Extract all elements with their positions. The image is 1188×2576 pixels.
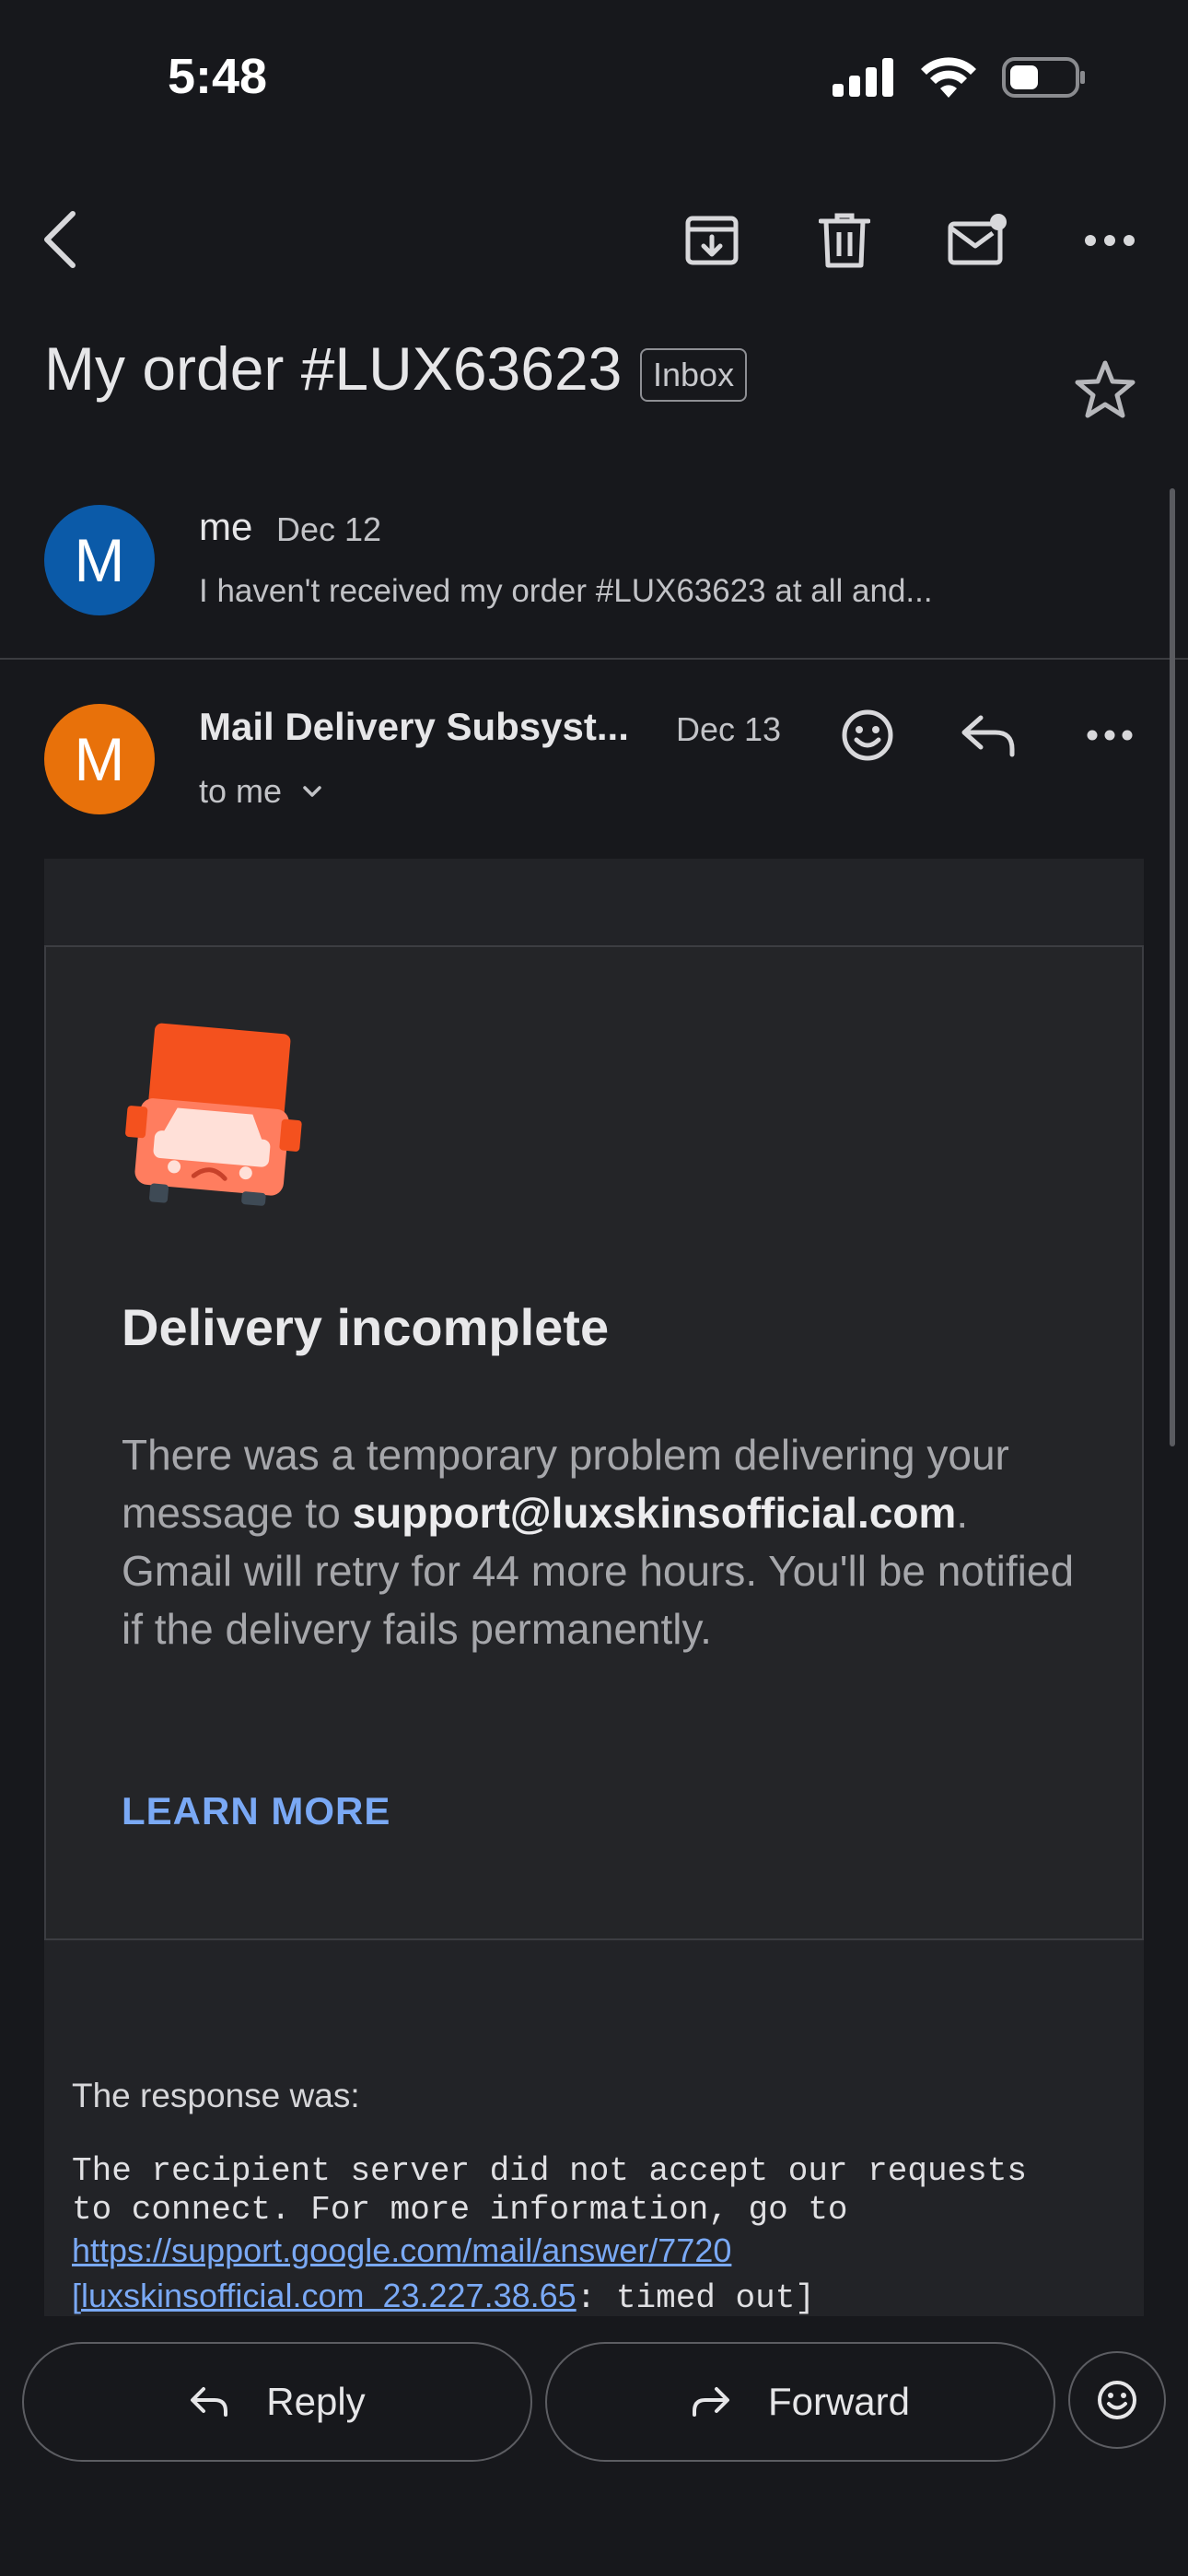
delivery-status-card: Delivery incomplete There was a temporar… — [44, 945, 1144, 1940]
smiley-icon — [842, 709, 893, 761]
response-label: The response was: — [72, 2077, 360, 2114]
forward-pill-button[interactable]: Forward — [545, 2342, 1055, 2462]
delivery-message: There was a temporary problem delivering… — [122, 1426, 1089, 1658]
learn-more-link[interactable]: LEARN MORE — [122, 1789, 390, 1833]
signal-icon — [833, 58, 893, 97]
recipient-label: to me — [199, 772, 283, 810]
support-link[interactable]: https://support.google.com/mail/answer/7… — [72, 2231, 731, 2269]
message-snippet: I haven't received my order #LUX63623 at… — [199, 573, 933, 609]
more-horizontal-icon — [1087, 730, 1133, 741]
add-reaction-button[interactable] — [826, 694, 909, 777]
server-response: The recipient server did not accept our … — [72, 2152, 1140, 2316]
more-options-button[interactable] — [1068, 199, 1151, 282]
avatar: M — [44, 505, 155, 615]
response-bracket: [ — [72, 2277, 82, 2314]
back-button[interactable] — [18, 198, 101, 281]
message-date: Dec 13 — [676, 710, 782, 748]
broken-truck-icon — [125, 1023, 302, 1206]
reply-icon — [961, 715, 1015, 757]
email-body: Delivery incomplete There was a temporar… — [44, 859, 1144, 2316]
more-horizontal-icon — [1085, 235, 1135, 246]
trash-icon — [819, 213, 870, 268]
response-line: to connect. For more information, go to — [72, 2191, 848, 2229]
star-button[interactable] — [1074, 359, 1136, 425]
recipient-toggle[interactable]: to me — [199, 772, 322, 811]
mail-unread-icon — [948, 214, 1007, 265]
sender-name: Mail Delivery Subsyst... — [199, 705, 629, 748]
smiley-icon — [1098, 2381, 1136, 2419]
reply-pill-button[interactable]: Reply — [22, 2342, 532, 2462]
message-more-button[interactable] — [1068, 694, 1151, 777]
back-arrow-icon — [44, 211, 76, 268]
star-icon — [1075, 360, 1136, 418]
forward-label: Forward — [767, 2380, 911, 2423]
avatar: M — [44, 704, 155, 814]
emoji-react-button[interactable] — [1068, 2351, 1166, 2449]
bottom-action-bar: Reply Forward — [0, 2316, 1188, 2576]
status-time: 5:48 — [168, 49, 268, 104]
forward-icon — [692, 2387, 729, 2417]
delete-button[interactable] — [803, 199, 886, 282]
archive-button[interactable] — [670, 199, 753, 282]
mark-unread-button[interactable] — [936, 199, 1019, 282]
reply-icon — [191, 2387, 228, 2417]
divider — [0, 658, 1188, 660]
message-date: Dec 12 — [276, 510, 382, 548]
status-icons — [833, 57, 1087, 98]
sender-name: me — [199, 505, 253, 548]
battery-icon — [1002, 57, 1085, 98]
delivery-title: Delivery incomplete — [122, 1298, 610, 1356]
email-subject: My order #LUX63623 — [44, 334, 623, 403]
scrollbar[interactable] — [1170, 488, 1175, 1446]
response-tail: : timed out] — [576, 2279, 815, 2316]
reply-label: Reply — [266, 2380, 366, 2423]
inbox-label[interactable]: Inbox — [640, 348, 748, 402]
archive-icon — [685, 216, 739, 265]
recipient-email: support@luxskinsofficial.com — [352, 1489, 957, 1537]
reply-button[interactable] — [947, 694, 1030, 777]
email-screen: 5:48 My order #LUX63623 Inbox M me Dec 1… — [0, 0, 1188, 2576]
chevron-down-icon — [303, 786, 321, 797]
server-address-link[interactable]: luxskinsofficial.com 23.227.38.65 — [81, 2277, 577, 2314]
wifi-icon — [921, 57, 976, 98]
response-line: The recipient server did not accept our … — [72, 2152, 1027, 2190]
